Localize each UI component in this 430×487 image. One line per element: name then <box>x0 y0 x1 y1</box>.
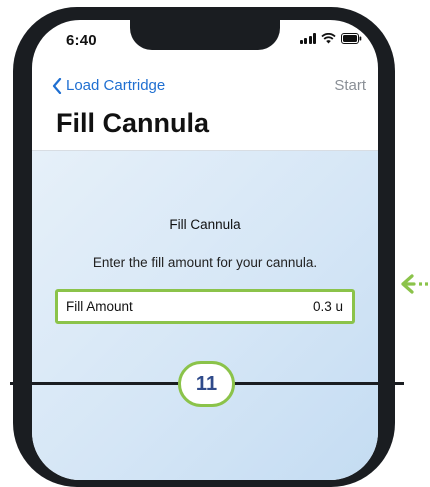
section-title: Fill Cannula <box>169 217 241 232</box>
battery-icon <box>341 33 362 44</box>
phone-notch <box>130 20 280 50</box>
phone-screen: 6:40 Load Cartridge Start Fill Cannula F… <box>32 20 378 480</box>
content-panel: Fill Cannula Enter the fill amount for y… <box>32 150 378 480</box>
signal-icon <box>299 33 316 44</box>
fill-amount-value: 0.3 u <box>312 299 343 314</box>
start-button[interactable]: Start <box>334 77 366 94</box>
wifi-icon <box>321 33 336 44</box>
page-title: Fill Cannula <box>56 108 210 138</box>
status-icons <box>299 33 363 44</box>
chevron-left-icon <box>52 77 62 94</box>
fill-amount-row[interactable]: Fill Amount 0.3 u <box>55 289 355 324</box>
step-number-badge: 11 <box>178 361 235 407</box>
back-button-label: Load Cartridge <box>66 77 166 94</box>
status-time: 6:40 <box>66 32 97 49</box>
arrow-left-icon <box>401 274 429 294</box>
fill-amount-label: Fill Amount <box>66 299 133 314</box>
back-button[interactable]: Load Cartridge <box>52 77 165 94</box>
section-description: Enter the fill amount for your cannula. <box>92 255 318 270</box>
